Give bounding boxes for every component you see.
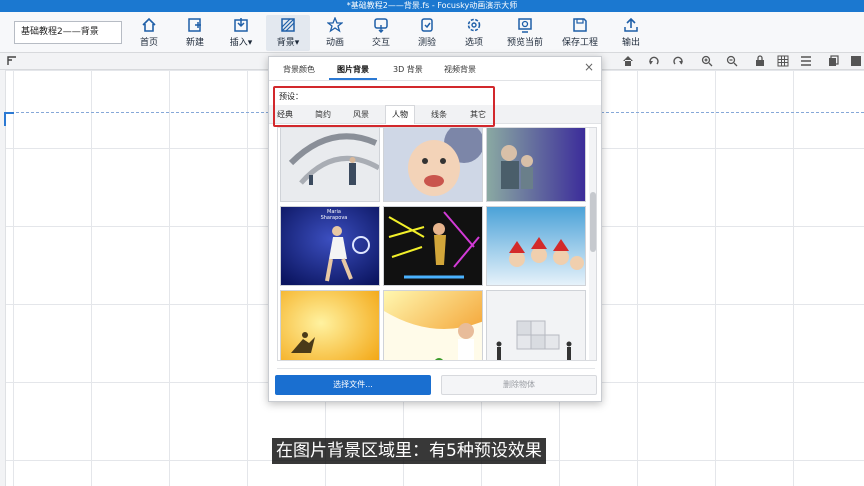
insert-icon (234, 18, 248, 32)
animation-button[interactable]: 动画 (313, 15, 357, 51)
export-button[interactable]: 输出 (609, 15, 653, 51)
video-subtitle: 在图片背景区域里：有5种预设效果 (272, 438, 546, 464)
export-icon (624, 17, 638, 32)
thumbnail-neon-dancer[interactable] (383, 206, 483, 286)
zoom-out-icon[interactable] (726, 55, 738, 67)
dialog-divider (277, 368, 595, 369)
interaction-button[interactable]: 交互 (359, 15, 403, 51)
tab-3d-background[interactable]: 3D 背景 (393, 64, 423, 75)
interaction-icon (374, 18, 388, 33)
thumbnail-laughing-baby[interactable] (383, 128, 483, 202)
home-label: 首页 (139, 38, 158, 48)
preset-highlight-box (273, 86, 495, 127)
rotate-left-icon[interactable] (648, 55, 660, 67)
preview-icon (518, 18, 532, 33)
background-label: 背景▾ (276, 38, 300, 48)
save-icon (573, 18, 587, 32)
align-icon[interactable] (800, 55, 812, 67)
quiz-button[interactable]: 测验 (405, 15, 449, 51)
window-title-bar: *基础教程2——背景.fs - Focusky动画演示大师 (0, 0, 864, 12)
frame-corner-marker[interactable] (4, 112, 14, 126)
background-button[interactable]: 背景▾ (266, 15, 310, 51)
thumbnail-tennis-player[interactable]: Maria Sharapova (280, 206, 380, 286)
project-name-field[interactable]: 基础教程2——背景 (14, 21, 122, 44)
tab-background-color[interactable]: 背景颜色 (283, 64, 315, 75)
settings-button[interactable]: 选项 (452, 15, 496, 51)
thumbnail-chef-vegetables[interactable] (383, 290, 483, 360)
active-tab-indicator (329, 78, 377, 80)
animation-icon (327, 17, 343, 33)
preview-label: 预览当前 (506, 38, 543, 48)
close-icon[interactable]: × (584, 60, 594, 74)
preset-thumbnail-grid: Maria Sharapova (277, 127, 597, 361)
lock-icon[interactable] (754, 55, 766, 67)
settings-label: 选项 (464, 38, 483, 48)
thumbnail-scrollbar[interactable] (589, 128, 596, 360)
thumbnail-christmas-kids[interactable] (486, 206, 586, 286)
settings-icon (467, 18, 481, 32)
thumbnail-businessman-arrows[interactable] (280, 128, 380, 202)
home-button[interactable]: 首页 (127, 15, 171, 51)
new-button[interactable]: 新建 (173, 15, 217, 51)
background-icon (281, 18, 295, 32)
window-title: *基础教程2——背景.fs - Focusky动画演示大师 (346, 1, 518, 10)
export-label: 输出 (621, 38, 640, 48)
main-toolbar: 基础教程2——背景 首页 新建 插入▾ 背景▾ 动画 交互 测验 选项 预览当前… (0, 12, 864, 53)
preview-button[interactable]: 预览当前 (500, 15, 550, 51)
save-project-label: 保存工程 (561, 38, 598, 48)
thumbnail-puzzle-team[interactable] (486, 290, 586, 360)
home-icon (142, 17, 156, 32)
new-label: 新建 (185, 38, 204, 48)
insert-button[interactable]: 插入▾ (219, 15, 263, 51)
layers-icon[interactable] (850, 55, 862, 67)
rotate-right-icon[interactable] (672, 55, 684, 67)
insert-label: 插入▾ (229, 38, 253, 48)
home-view-icon[interactable] (622, 55, 634, 67)
animation-label: 动画 (325, 38, 344, 48)
save-project-button[interactable]: 保存工程 (555, 15, 605, 51)
frame-tool-icon[interactable] (6, 55, 18, 67)
thumbnail-yellow-silhouette[interactable] (280, 290, 380, 360)
thumbnail-caption: Maria Sharapova (320, 209, 348, 221)
quiz-icon (421, 18, 433, 32)
scrollbar-thumb[interactable] (590, 192, 596, 252)
tab-image-background[interactable]: 图片背景 (337, 64, 369, 75)
select-file-button[interactable]: 选择文件... (275, 375, 431, 395)
copy-icon[interactable] (828, 55, 840, 67)
new-icon (188, 18, 201, 32)
interaction-label: 交互 (371, 38, 390, 48)
background-type-tabs: 背景颜色 图片背景 3D 背景 视频背景 × (269, 57, 601, 81)
tab-video-background[interactable]: 视频背景 (444, 64, 476, 75)
zoom-in-icon[interactable] (701, 55, 713, 67)
grid-icon[interactable] (777, 55, 789, 67)
quiz-label: 测验 (417, 38, 436, 48)
delete-object-button[interactable]: 删除物体 (441, 375, 597, 395)
left-ruler (0, 70, 6, 486)
thumbnail-family-purple[interactable] (486, 128, 586, 202)
